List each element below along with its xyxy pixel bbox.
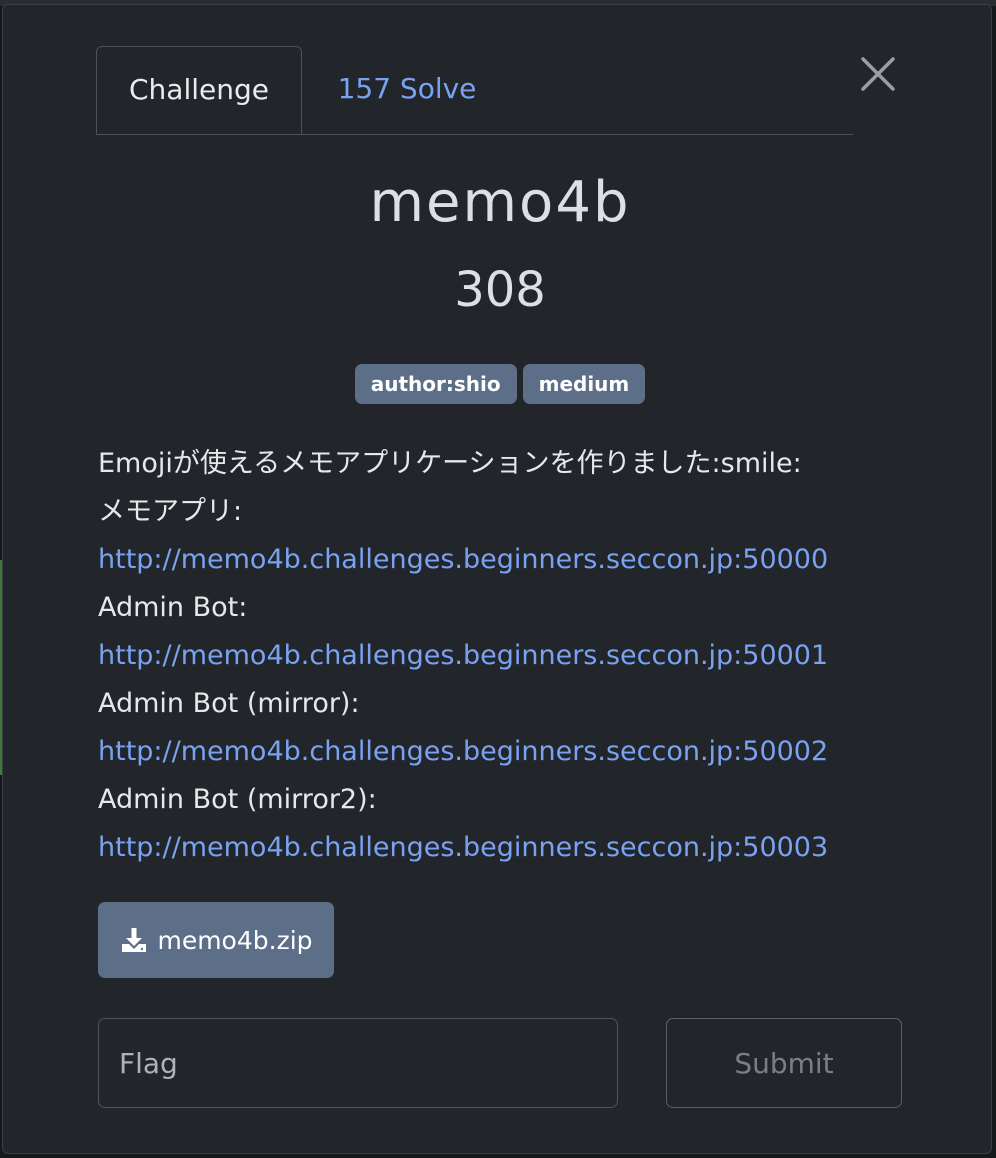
file-name: memo4b.zip [157,925,313,955]
tag-difficulty: medium [522,364,646,404]
file-download-button[interactable]: memo4b.zip [98,902,334,978]
admin-bot-mirror-label: Admin Bot (mirror): [98,688,360,719]
tab-challenge[interactable]: Challenge [96,46,302,134]
admin-bot-mirror2-label: Admin Bot (mirror2): [98,784,377,815]
admin-bot-link[interactable]: http://memo4b.challenges.beginners.secco… [98,640,828,671]
challenge-title: memo4b [369,170,631,235]
submit-button[interactable]: Submit [666,1018,902,1108]
description-intro: Emojiが使えるメモアプリケーションを作りました:smile: [98,448,802,479]
close-button[interactable] [856,52,900,96]
modal-tabs: Challenge 157 Solve [96,46,853,135]
tag-list: author:shio medium [96,364,904,404]
tag-author: author:shio [354,364,517,404]
admin-bot-label: Admin Bot: [98,592,248,623]
download-icon [119,925,149,955]
challenge-points: 308 [454,262,546,318]
close-icon[interactable] [856,52,900,96]
memo-app-link[interactable]: http://memo4b.challenges.beginners.secco… [98,544,828,575]
admin-bot-mirror-link[interactable]: http://memo4b.challenges.beginners.secco… [98,736,828,767]
admin-bot-mirror2-link[interactable]: http://memo4b.challenges.beginners.secco… [98,832,828,863]
flag-input[interactable] [98,1018,618,1108]
challenge-description: Emojiが使えるメモアプリケーションを作りました:smile: メモアプリ: … [98,440,898,872]
tab-solves[interactable]: 157 Solve [322,46,492,132]
memo-app-label: メモアプリ: [98,496,243,527]
